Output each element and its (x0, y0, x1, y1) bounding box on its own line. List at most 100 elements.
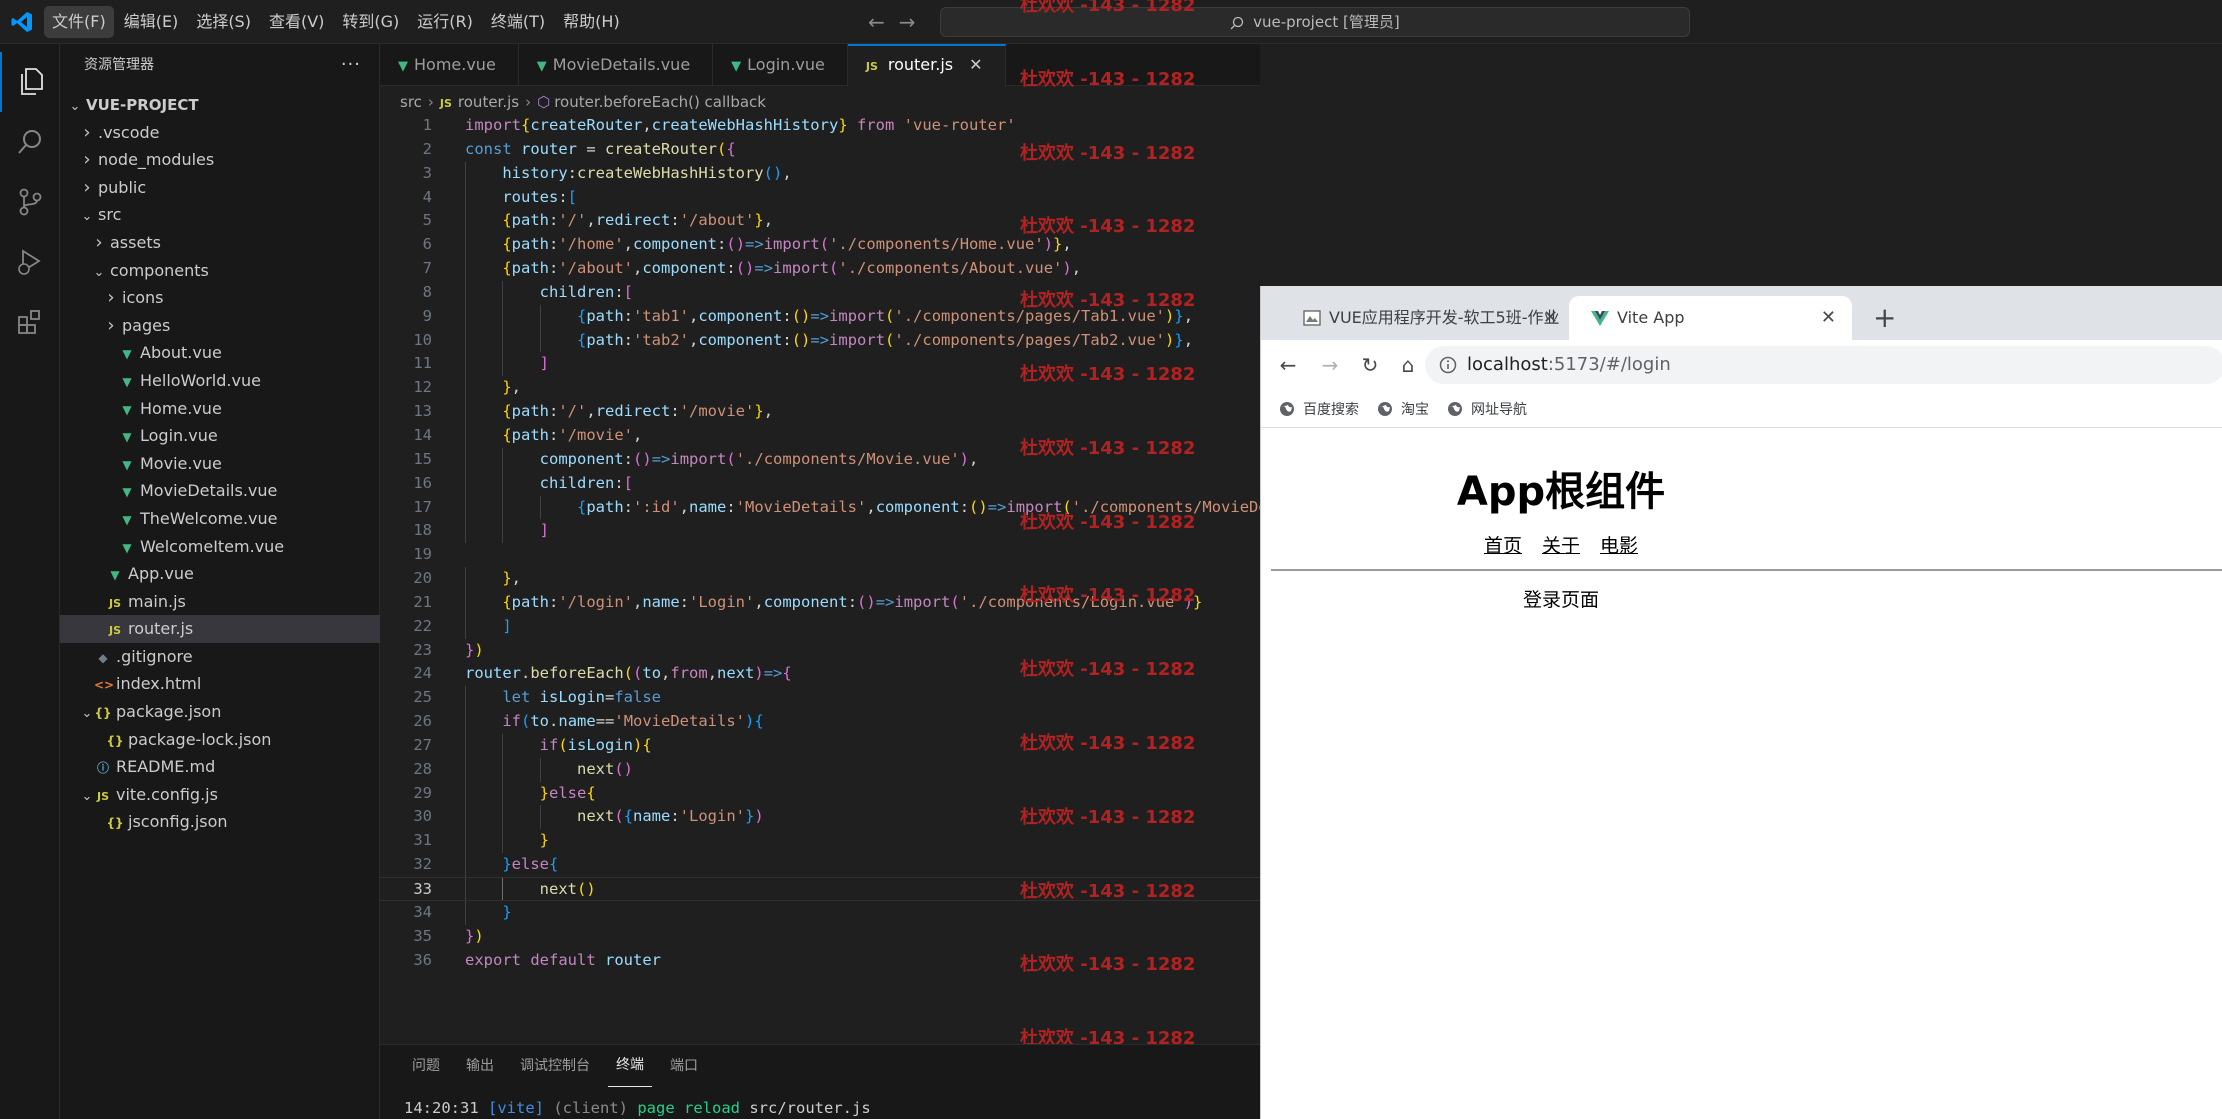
code-line[interactable]: 34 } (380, 900, 1260, 925)
tree-item[interactable]: {} jsconfig.json (60, 808, 380, 836)
chevron-right-icon[interactable]: › (92, 229, 106, 257)
tree-item[interactable]: ▼ WelcomeItem.vue (60, 533, 380, 561)
menu-item[interactable]: 转到(G) (334, 6, 407, 38)
code-line[interactable]: 33 next() (380, 877, 1260, 901)
code-line[interactable]: 22 ] (380, 614, 1260, 639)
back-arrow-icon[interactable]: ← (868, 10, 885, 34)
tree-item[interactable]: ▼ Movie.vue (60, 450, 380, 478)
tree-item[interactable]: ▼ App.vue (60, 560, 380, 588)
tree-item[interactable]: ▼ About.vue (60, 339, 380, 367)
page-nav-link[interactable]: 电影 (1600, 535, 1638, 557)
close-icon[interactable]: ✕ (969, 55, 982, 74)
menu-item[interactable]: 运行(R) (409, 6, 481, 38)
tree-item[interactable]: ◆ .gitignore (60, 643, 380, 671)
menu-item[interactable]: 文件(F) (44, 6, 114, 38)
menu-item[interactable]: 帮助(H) (555, 6, 628, 38)
code-line[interactable]: 30 next({name:'Login'}) (380, 805, 1260, 830)
panel-tab[interactable]: 输出 (458, 1045, 502, 1087)
code-line[interactable]: 24 router.beforeEach((to,from,next)=>{ (380, 662, 1260, 686)
code-line[interactable]: 23}) (380, 639, 1260, 663)
code-line[interactable]: 5 {path:'/',redirect:'/about'}, (380, 209, 1260, 234)
panel-tab[interactable]: 终端 (608, 1045, 652, 1087)
explorer-button[interactable] (0, 52, 60, 112)
bookmark-item[interactable]: 淘宝 (1377, 399, 1429, 419)
tree-item[interactable]: › icons (60, 284, 380, 312)
code-line[interactable]: 6 {path:'/home',component:()=>import('./… (380, 233, 1260, 258)
menu-item[interactable]: 终端(T) (483, 6, 553, 38)
chevron-right-icon[interactable]: › (80, 146, 94, 174)
tree-item[interactable]: <> index.html (60, 670, 380, 698)
code-line[interactable]: 9 {path:'tab1',component:()=>import('./c… (380, 304, 1260, 329)
command-center-search[interactable]: vue-project [管理员] (940, 7, 1690, 37)
tree-item[interactable]: ⌄{} package.json (60, 698, 380, 726)
code-line[interactable]: 18 ] (380, 519, 1260, 544)
code-line[interactable]: 28 next() (380, 757, 1260, 782)
code-line[interactable]: 4 routes:[ (380, 185, 1260, 210)
tree-item[interactable]: ⌄ JS vite.config.js (60, 781, 380, 809)
tree-item[interactable]: › assets (60, 229, 380, 257)
tree-item[interactable]: ▼ TheWelcome.vue (60, 505, 380, 533)
page-nav-link[interactable]: 关于 (1542, 535, 1580, 557)
code-line[interactable]: 29 }else{ (380, 781, 1260, 806)
code-line[interactable]: 16 children:[ (380, 471, 1260, 496)
panel-tab[interactable]: 端口 (662, 1045, 706, 1087)
address-bar[interactable]: localhost:5173/#/login (1425, 346, 2222, 384)
menu-item[interactable]: 选择(S) (188, 6, 259, 38)
code-line[interactable]: 19 (380, 543, 1260, 567)
chevron-down-icon[interactable]: ⌄ (80, 203, 94, 231)
code-editor[interactable]: 1 import{createRouter,createWebHashHistor… (380, 114, 1260, 1044)
editor-tab[interactable]: ▼ Home.vue (380, 44, 519, 86)
tree-item[interactable]: ▼ Login.vue (60, 422, 380, 450)
tab-close-icon[interactable]: ✕ (1543, 296, 1558, 340)
chevron-down-icon[interactable]: ⌄ (80, 700, 94, 728)
code-line[interactable]: 7 {path:'/about',component:()=>import('.… (380, 257, 1260, 281)
code-line[interactable]: 35}) (380, 925, 1260, 949)
editor-tab[interactable]: JS router.js ✕ (847, 44, 1006, 86)
breadcrumb-symbol[interactable]: router.beforeEach() callback (554, 93, 766, 111)
breadcrumb-file[interactable]: router.js (458, 93, 519, 111)
home-icon[interactable]: ⌂ (1395, 352, 1421, 378)
panel-tab[interactable]: 问题 (404, 1045, 448, 1087)
tree-item[interactable]: › public (60, 174, 380, 202)
run-debug-button[interactable] (0, 232, 60, 292)
code-line[interactable]: 3 history:createWebHashHistory(), (380, 161, 1260, 186)
code-line[interactable]: 36 export default router (380, 949, 1260, 973)
extensions-button[interactable] (0, 292, 60, 352)
code-line[interactable]: 32 }else{ (380, 853, 1260, 877)
code-line[interactable]: 27 if(isLogin){ (380, 733, 1260, 758)
code-line[interactable]: 12 }, (380, 376, 1260, 401)
more-actions-icon[interactable]: ··· (341, 44, 361, 86)
tree-item[interactable]: › node_modules (60, 146, 380, 174)
chevron-down-icon[interactable]: ⌄ (80, 783, 94, 811)
chevron-right-icon[interactable]: › (104, 284, 118, 312)
bookmark-item[interactable]: 百度搜索 (1279, 399, 1359, 419)
chevron-right-icon[interactable]: › (80, 174, 94, 202)
reload-icon[interactable]: ↻ (1357, 352, 1383, 378)
forward-icon[interactable]: → (1317, 352, 1343, 378)
tab-close-icon[interactable]: ✕ (1821, 296, 1836, 340)
code-line[interactable]: 8 children:[ (380, 280, 1260, 305)
code-line[interactable]: 17 {path:':id',name:'MovieDetails',compo… (380, 495, 1260, 520)
source-control-button[interactable] (0, 172, 60, 232)
tree-item[interactable]: ⌄ components (60, 257, 380, 285)
new-tab-button[interactable]: + (1873, 298, 1896, 338)
tree-item[interactable]: JS router.js (60, 615, 380, 643)
code-line[interactable]: 15 component:()=>import('./components/Mo… (380, 447, 1260, 472)
code-line[interactable]: 21 {path:'/login',name:'Login',component… (380, 590, 1260, 615)
bookmark-item[interactable]: 网址导航 (1447, 399, 1527, 419)
code-line[interactable]: 1 import{createRouter,createWebHashHistor… (380, 114, 1260, 138)
terminal-output[interactable]: 14:20:31 [vite] (client) page reload src… (404, 1099, 871, 1117)
code-line[interactable]: 11 ] (380, 352, 1260, 377)
tree-item[interactable]: ⌄ VUE-PROJECT (60, 91, 380, 119)
forward-arrow-icon[interactable]: → (899, 10, 916, 34)
chevron-right-icon[interactable]: › (80, 119, 94, 147)
menu-item[interactable]: 查看(V) (261, 6, 332, 38)
code-line[interactable]: 31 } (380, 829, 1260, 854)
menu-item[interactable]: 编辑(E) (116, 6, 187, 38)
code-line[interactable]: 26 if(to.name=='MovieDetails'){ (380, 710, 1260, 734)
tree-item[interactable]: {} package-lock.json (60, 726, 380, 754)
code-line[interactable]: 20 }, (380, 567, 1260, 591)
tree-item[interactable]: ▼ MovieDetails.vue (60, 477, 380, 505)
editor-tab[interactable]: ▼ Login.vue (713, 44, 848, 86)
code-line[interactable]: 2 const router = createRouter({ (380, 138, 1260, 162)
